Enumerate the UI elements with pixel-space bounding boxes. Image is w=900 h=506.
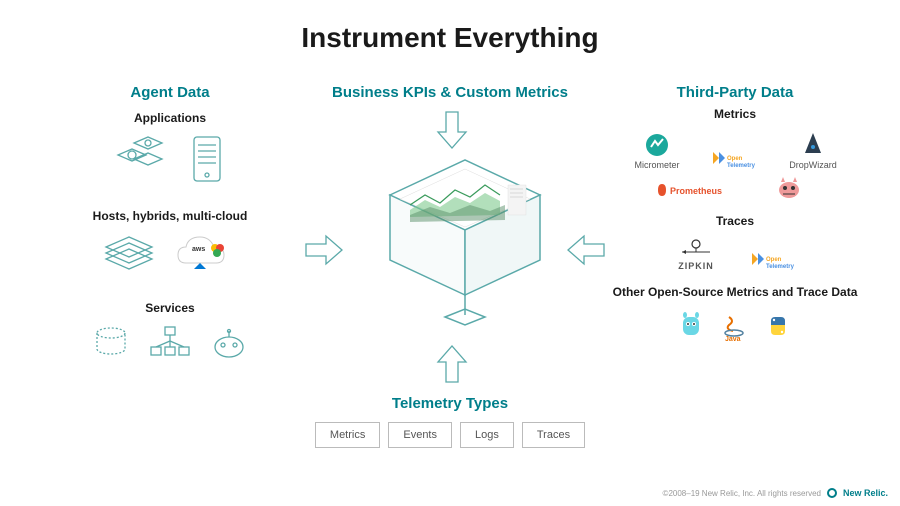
agent-data-heading: Agent Data bbox=[60, 84, 280, 101]
arrow-left-icon bbox=[564, 230, 608, 270]
telemetry-heading: Telemetry Types bbox=[295, 395, 605, 412]
telemetry-boxes: Metrics Events Logs Traces bbox=[295, 422, 605, 448]
robot-icon bbox=[211, 329, 247, 361]
services-label: Services bbox=[60, 301, 280, 315]
go-gopher-icon bbox=[679, 311, 703, 339]
micrometer-icon bbox=[645, 133, 669, 157]
zipkin-label: ZIPKIN bbox=[678, 261, 714, 271]
dropwizard-icon bbox=[803, 131, 823, 157]
other-label: Other Open-Source Metrics and Trace Data bbox=[610, 285, 860, 301]
metrics-icons: Micrometer OpenTelemetry DropWizard bbox=[610, 131, 860, 170]
svg-text:Open: Open bbox=[727, 156, 743, 162]
telemetry-type-logs: Logs bbox=[460, 422, 514, 448]
other-icons: Java bbox=[610, 311, 860, 339]
metrics-label: Metrics bbox=[610, 107, 860, 121]
java-icon: Java bbox=[721, 311, 747, 339]
page-title: Instrument Everything bbox=[0, 0, 900, 54]
microservices-icon bbox=[147, 325, 193, 361]
database-icon bbox=[93, 325, 129, 361]
agent-data-column: Agent Data Applications Hosts, hybrids, … bbox=[60, 84, 280, 361]
applications-label: Applications bbox=[60, 111, 280, 125]
prometheus-icon: Prometheus bbox=[656, 182, 736, 200]
arrow-down-icon bbox=[432, 108, 472, 152]
metrics-icons-2: Prometheus bbox=[610, 174, 860, 200]
telemetry-type-metrics: Metrics bbox=[315, 422, 380, 448]
copyright: ©2008–19 New Relic, Inc. All rights rese… bbox=[663, 489, 821, 498]
hosts-icons: aws bbox=[60, 233, 280, 277]
dropwizard-label: DropWizard bbox=[789, 160, 837, 170]
kpi-heading: Business KPIs & Custom Metrics bbox=[300, 84, 600, 101]
svg-text:Telemetry: Telemetry bbox=[727, 163, 756, 169]
telemetry-type-traces: Traces bbox=[522, 422, 585, 448]
monitor-icon bbox=[380, 155, 550, 330]
third-party-heading: Third-Party Data bbox=[610, 84, 860, 101]
svg-text:aws: aws bbox=[192, 246, 205, 253]
python-icon bbox=[765, 313, 791, 339]
svg-text:Telemetry: Telemetry bbox=[766, 264, 795, 270]
server-stack-icon bbox=[102, 233, 156, 277]
mobile-app-icon bbox=[192, 135, 222, 185]
traces-icons: ZIPKIN OpenTelemetry bbox=[610, 238, 860, 271]
opentelemetry-icon: OpenTelemetry bbox=[709, 148, 761, 170]
arrow-up-icon bbox=[432, 342, 472, 386]
footer: ©2008–19 New Relic, Inc. All rights rese… bbox=[663, 488, 888, 498]
traces-label: Traces bbox=[610, 214, 860, 228]
svg-text:Prometheus: Prometheus bbox=[670, 186, 722, 196]
third-party-column: Third-Party Data Metrics Micrometer Open… bbox=[610, 84, 860, 339]
micrometer-label: Micrometer bbox=[634, 160, 679, 170]
telemetry-section: Telemetry Types Metrics Events Logs Trac… bbox=[295, 395, 605, 448]
hosts-label: Hosts, hybrids, multi-cloud bbox=[60, 209, 280, 223]
arrow-right-icon bbox=[302, 230, 346, 270]
brand-name: New Relic. bbox=[843, 488, 888, 498]
opentelemetry-icon: OpenTelemetry bbox=[748, 249, 800, 271]
svg-text:Java: Java bbox=[725, 336, 741, 343]
applications-icons bbox=[60, 135, 280, 185]
gear-settings-icon bbox=[118, 135, 174, 185]
jaeger-icon bbox=[775, 174, 803, 200]
new-relic-logo-icon bbox=[827, 488, 837, 498]
cloud-providers-icon: aws bbox=[174, 233, 238, 277]
telemetry-type-events: Events bbox=[388, 422, 452, 448]
kpi-section: Business KPIs & Custom Metrics bbox=[300, 84, 600, 101]
svg-text:Open: Open bbox=[766, 257, 782, 263]
services-icons bbox=[60, 325, 280, 361]
zipkin-icon bbox=[678, 238, 714, 258]
